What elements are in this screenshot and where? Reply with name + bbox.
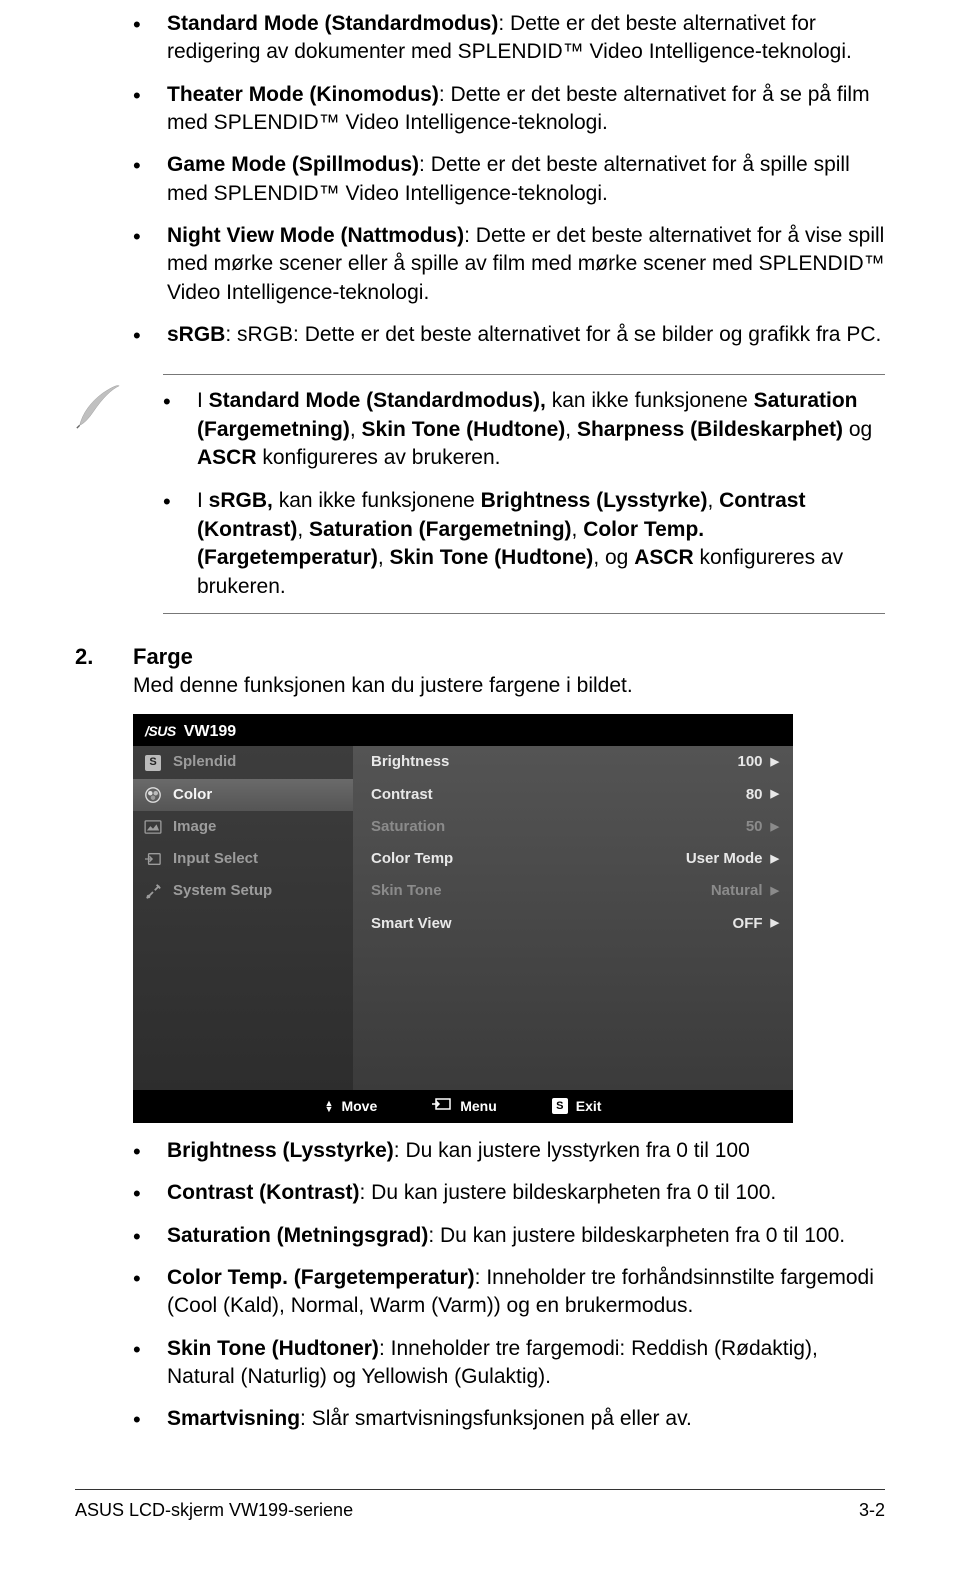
osd-setting-label: Saturation (371, 817, 445, 837)
osd-tab-input[interactable]: Input Select (133, 843, 353, 875)
osd-tab-system[interactable]: System Setup (133, 875, 353, 907)
section-intro: Med denne funksjonen kan du justere farg… (133, 672, 885, 700)
osd-setting-label: Contrast (371, 785, 433, 805)
list-item: Skin Tone (Hudtoner): Inneholder tre far… (133, 1335, 885, 1392)
osd-menu: /SUS VW199 S Splendid Color (133, 714, 793, 1123)
setting-desc: : Du kan justere bildeskarpheten fra 0 t… (428, 1224, 845, 1247)
setting-name: Contrast (Kontrast) (167, 1181, 360, 1204)
page-footer: ASUS LCD-skjerm VW199-seriene 3-2 (75, 1489, 885, 1522)
list-item: Game Mode (Spillmodus): Dette er det bes… (133, 151, 885, 208)
list-item: sRGB: sRGB: Dette er det beste alternati… (133, 321, 885, 349)
setting-name: Color Temp. (Fargetemperatur) (167, 1266, 475, 1289)
chevron-right-icon: ▶ (771, 755, 779, 770)
osd-content: Brightness 100 ▶ Contrast 80 ▶ Saturation … (353, 746, 793, 1090)
osd-setting-value: 50 (746, 817, 763, 837)
section-number: 2. (75, 642, 133, 672)
osd-tab-splendid[interactable]: S Splendid (133, 746, 353, 778)
osd-row-contrast[interactable]: Contrast 80 ▶ (353, 779, 793, 811)
list-item: Color Temp. (Fargetemperatur): Inneholde… (133, 1264, 885, 1321)
osd-tab-label: Splendid (173, 752, 236, 772)
osd-hint-move: ▲▼ Move (325, 1097, 378, 1116)
footer-page-number: 3-2 (859, 1498, 885, 1522)
osd-row-saturation: Saturation 50 ▶ (353, 811, 793, 843)
osd-tab-image[interactable]: Image (133, 811, 353, 843)
mode-name: Theater Mode (Kinomodus) (167, 83, 439, 106)
osd-footer: ▲▼ Move Menu S Exit (133, 1090, 793, 1123)
menu-icon (432, 1097, 452, 1116)
asus-logo: /SUS (145, 722, 176, 741)
list-item: Theater Mode (Kinomodus): Dette er det b… (133, 81, 885, 138)
list-item: Night View Mode (Nattmodus): Dette er de… (133, 222, 885, 307)
setting-desc: : Du kan justere lysstyrken fra 0 til 10… (394, 1139, 750, 1162)
chevron-right-icon: ▶ (771, 820, 779, 835)
section-title: Farge (133, 642, 193, 672)
note-box: I Standard Mode (Standardmodus), kan ikk… (163, 374, 885, 613)
mode-list: Standard Mode (Standardmodus): Dette er … (133, 10, 885, 349)
chevron-right-icon: ▶ (771, 884, 779, 899)
osd-row-brightness[interactable]: Brightness 100 ▶ (353, 746, 793, 778)
note-item: I sRGB, kan ikke funksjonene Brightness … (163, 487, 885, 600)
list-item: Brightness (Lysstyrke): Du kan justere l… (133, 1137, 885, 1165)
list-item: Contrast (Kontrast): Du kan justere bild… (133, 1179, 885, 1207)
list-item: Smartvisning: Slår smartvisningsfunksjon… (133, 1405, 885, 1433)
osd-hint-label: Menu (460, 1097, 497, 1116)
osd-setting-value: 100 (738, 752, 763, 772)
input-icon (143, 849, 163, 869)
list-item: Standard Mode (Standardmodus): Dette er … (133, 10, 885, 67)
osd-tab-color[interactable]: Color (133, 779, 353, 811)
osd-hint-label: Exit (576, 1097, 602, 1116)
mode-desc: : sRGB: Dette er det beste alternativet … (225, 323, 881, 346)
osd-model: VW199 (184, 721, 236, 743)
osd-setting-label: Smart View (371, 914, 452, 934)
osd-hint-menu: Menu (432, 1097, 497, 1116)
setting-name: Brightness (Lysstyrke) (167, 1139, 394, 1162)
setting-name: Smartvisning (167, 1407, 300, 1430)
osd-row-smartview[interactable]: Smart View OFF ▶ (353, 908, 793, 940)
osd-header: /SUS VW199 (133, 714, 793, 747)
updown-icon: ▲▼ (325, 1100, 334, 1112)
osd-setting-label: Brightness (371, 752, 449, 772)
osd-row-colortemp[interactable]: Color Temp User Mode ▶ (353, 843, 793, 875)
osd-tab-label: Input Select (173, 849, 258, 869)
osd-tab-label: Color (173, 785, 212, 805)
list-item: Saturation (Metningsgrad): Du kan juster… (133, 1222, 885, 1250)
mode-name: Game Mode (Spillmodus) (167, 153, 419, 176)
note-icon (75, 374, 133, 438)
mode-name: sRGB (167, 323, 225, 346)
mode-name: Standard Mode (Standardmodus) (167, 12, 498, 35)
osd-setting-value: 80 (746, 785, 763, 805)
setting-desc: : Slår smartvisningsfunksjonen på eller … (300, 1407, 692, 1430)
image-icon (143, 817, 163, 837)
mode-name: Night View Mode (Nattmodus) (167, 224, 464, 247)
osd-setting-value: Natural (711, 881, 763, 901)
osd-setting-label: Skin Tone (371, 881, 442, 901)
osd-setting-value: User Mode (686, 849, 763, 869)
tools-icon (143, 882, 163, 902)
footer-left: ASUS LCD-skjerm VW199-seriene (75, 1498, 353, 1522)
chevron-right-icon: ▶ (771, 852, 779, 867)
setting-list: Brightness (Lysstyrke): Du kan justere l… (133, 1137, 885, 1434)
setting-desc: : Du kan justere bildeskarpheten fra 0 t… (360, 1181, 777, 1204)
color-icon (143, 785, 163, 805)
osd-sidebar: S Splendid Color Image (133, 746, 353, 1090)
osd-setting-label: Color Temp (371, 849, 453, 869)
setting-name: Skin Tone (Hudtoner) (167, 1337, 379, 1360)
splendid-icon: S (143, 753, 163, 773)
osd-setting-value: OFF (733, 914, 763, 934)
osd-tab-label: System Setup (173, 881, 272, 901)
osd-tab-label: Image (173, 817, 216, 837)
osd-hint-exit: S Exit (552, 1097, 602, 1116)
osd-hint-label: Move (341, 1097, 377, 1116)
note-item: I Standard Mode (Standardmodus), kan ikk… (163, 387, 885, 472)
setting-name: Saturation (Metningsgrad) (167, 1224, 428, 1247)
s-badge-icon: S (552, 1098, 568, 1114)
chevron-right-icon: ▶ (771, 787, 779, 802)
osd-row-skintone: Skin Tone Natural ▶ (353, 875, 793, 907)
chevron-right-icon: ▶ (771, 916, 779, 931)
